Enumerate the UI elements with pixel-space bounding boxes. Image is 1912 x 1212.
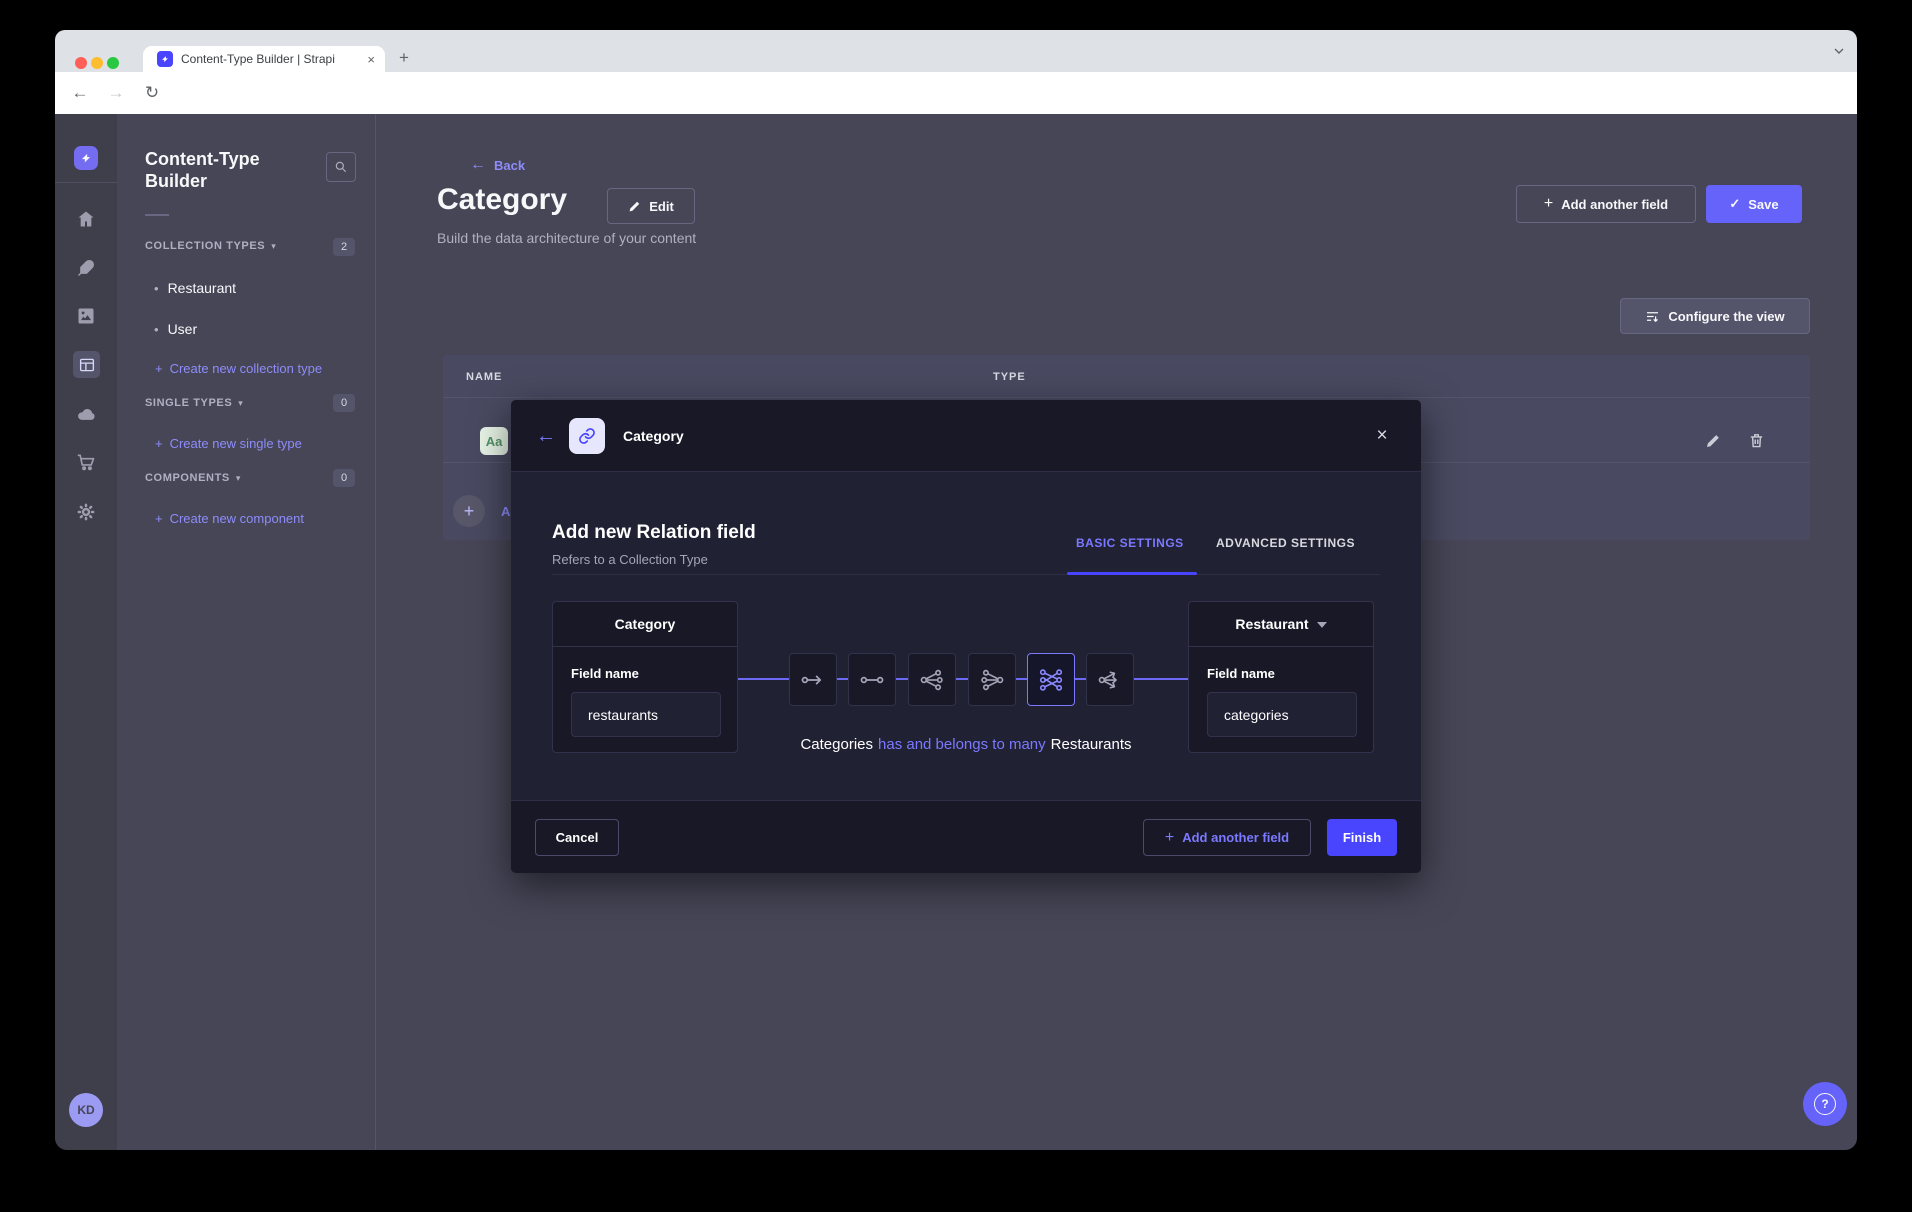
source-field-input[interactable]	[571, 692, 721, 737]
tab-close-icon[interactable]: ×	[367, 52, 375, 67]
traffic-minimize-button[interactable]	[91, 57, 103, 69]
sentence-verb: has and belongs to many	[878, 736, 1046, 753]
target-field-label: Field name	[1207, 666, 1275, 681]
finish-button[interactable]: Finish	[1327, 819, 1397, 856]
modal-close-icon[interactable]: ×	[1367, 421, 1397, 451]
cancel-button[interactable]: Cancel	[535, 819, 619, 856]
tabs-divider	[552, 574, 1380, 575]
modal-back-icon[interactable]: ←	[536, 425, 556, 447]
browser-tabstrip: Content-Type Builder | Strapi × +	[55, 30, 1857, 72]
relation-many-way-button[interactable]	[1086, 653, 1134, 706]
browser-toolbar: ← → ↻ localhost:1337/admin/plugins/conte…	[55, 72, 1857, 114]
caret-down-icon	[1317, 621, 1327, 628]
modal-footer: Cancel + Add another field Finish	[511, 800, 1421, 873]
many-to-one-icon	[979, 667, 1005, 693]
relation-one-way-button[interactable]	[789, 653, 837, 706]
sentence-subject: Categories	[800, 736, 873, 753]
tab-basic-settings[interactable]: BASIC SETTINGS	[1076, 536, 1184, 550]
relation-target-card: Restaurant Field name	[1188, 601, 1374, 753]
tabstrip-chevron-icon[interactable]	[1831, 43, 1847, 59]
one-way-icon	[800, 667, 826, 693]
relation-sentence: Categories has and belongs to many Resta…	[511, 736, 1421, 753]
modal-subheading: Refers to a Collection Type	[552, 552, 708, 567]
one-to-one-icon	[859, 667, 885, 693]
browser-reload-icon[interactable]: ↻	[139, 83, 165, 103]
modal-header: ← Category ×	[511, 400, 1421, 472]
browser-back-icon[interactable]: ←	[67, 83, 93, 103]
add-relation-modal: ← Category × Add new Relation field Refe…	[511, 400, 1421, 873]
tab-title: Content-Type Builder | Strapi	[181, 52, 367, 66]
relation-many-to-many-button-selected[interactable]	[1027, 653, 1075, 706]
relation-badge	[569, 418, 605, 454]
relation-source-card: Category Field name	[552, 601, 738, 753]
strapi-favicon	[157, 51, 173, 67]
modal-add-field-label: Add another field	[1182, 830, 1289, 845]
target-card-title: Restaurant	[1235, 616, 1308, 632]
sentence-object: Restaurants	[1051, 736, 1132, 753]
modal-title-bar: Category	[623, 428, 684, 444]
browser-forward-icon[interactable]: →	[103, 83, 129, 103]
traffic-close-button[interactable]	[75, 57, 87, 69]
one-to-many-icon	[919, 667, 945, 693]
many-way-icon	[1097, 667, 1123, 693]
relation-one-to-one-button[interactable]	[848, 653, 896, 706]
tab-advanced-settings[interactable]: ADVANCED SETTINGS	[1216, 536, 1355, 550]
browser-tab[interactable]: Content-Type Builder | Strapi ×	[143, 46, 385, 72]
source-field-label: Field name	[571, 666, 639, 681]
relation-many-to-one-button[interactable]	[968, 653, 1016, 706]
new-tab-button[interactable]: +	[399, 48, 409, 68]
modal-add-another-field-button[interactable]: + Add another field	[1143, 819, 1311, 856]
target-card-dropdown[interactable]: Restaurant	[1189, 602, 1373, 647]
link-icon	[578, 427, 596, 445]
active-tab-underline	[1067, 572, 1197, 575]
browser-window: Content-Type Builder | Strapi × + ← → ↻ …	[55, 30, 1857, 1150]
modal-heading: Add new Relation field	[552, 522, 756, 544]
target-field-input[interactable]	[1207, 692, 1357, 737]
plus-icon: +	[1165, 829, 1174, 847]
traffic-zoom-button[interactable]	[107, 57, 119, 69]
relation-one-to-many-button[interactable]	[908, 653, 956, 706]
many-to-many-icon	[1038, 667, 1064, 693]
source-card-title: Category	[553, 602, 737, 647]
